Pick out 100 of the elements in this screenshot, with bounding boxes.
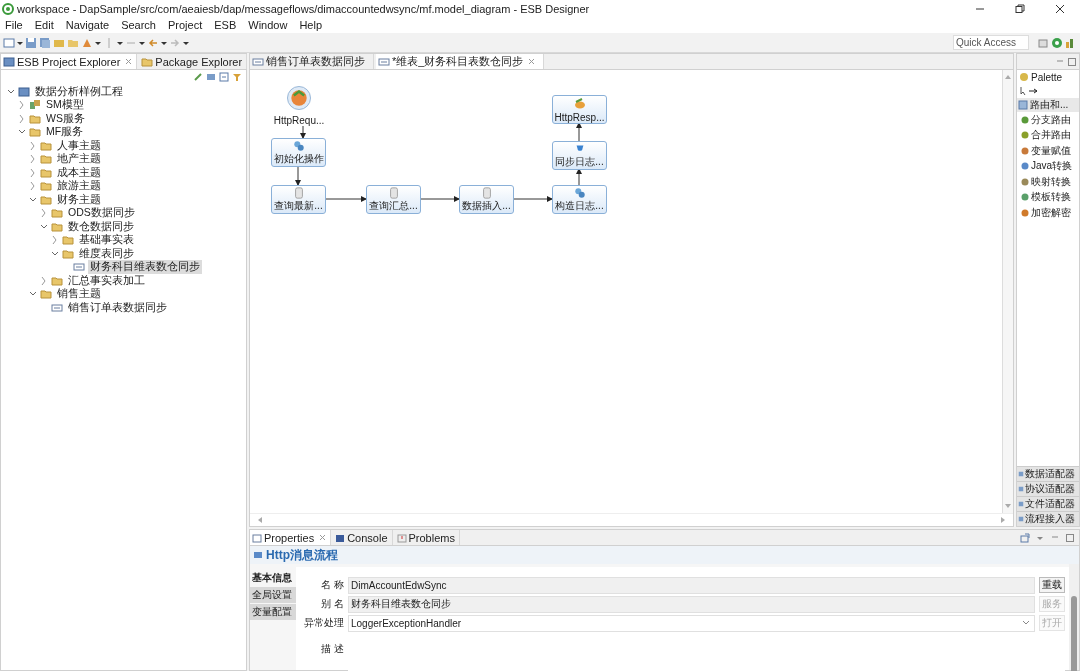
scroll-right-icon[interactable] <box>999 516 1007 524</box>
diagram-file-icon <box>378 55 390 68</box>
flow-node[interactable]: HttpResp... <box>552 95 607 124</box>
connector-arrow[interactable] <box>300 125 306 139</box>
palette-item[interactable]: Java转换 <box>1017 158 1079 174</box>
close-tab-icon[interactable] <box>125 58 133 65</box>
close-tab-icon[interactable] <box>528 58 536 65</box>
text-field[interactable]: DimAccountEdwSync <box>348 576 1035 594</box>
folder-icon <box>40 139 52 152</box>
section-tab[interactable]: 全局设置 <box>250 587 296 603</box>
maximize-view-icon <box>1065 532 1075 543</box>
tree-item[interactable]: 销售主题 <box>55 287 103 302</box>
editor-tab[interactable]: 销售订单表数据同步 <box>250 54 374 69</box>
palette-group[interactable]: 路由和... <box>1017 98 1079 112</box>
maximize-view-icon <box>1067 56 1077 67</box>
flow-icon <box>73 261 85 274</box>
menu-item[interactable]: Help <box>294 19 329 31</box>
folder-icon <box>141 55 154 68</box>
flow-node[interactable]: 同步日志... <box>552 141 607 170</box>
flow-node[interactable]: 查询汇总... <box>366 185 421 214</box>
menu-item[interactable]: ESB <box>209 19 244 31</box>
restore-icon[interactable] <box>1014 2 1026 15</box>
menu-item[interactable]: Navigate <box>60 19 117 31</box>
tree-item[interactable]: 财务主题 <box>55 192 103 207</box>
view-tab[interactable]: Properties <box>250 530 332 545</box>
dropdown[interactable]: LoggerExceptionHandler <box>348 614 1035 632</box>
folder-icon <box>40 153 52 166</box>
tree-item[interactable]: 销售订单表数据同步 <box>66 300 169 315</box>
tree-item[interactable]: 地产主题 <box>55 152 103 167</box>
flow-node[interactable]: 数据插入... <box>459 185 514 214</box>
palette-drawer[interactable]: 数据适配器 <box>1017 466 1079 481</box>
connector-arrow[interactable] <box>513 196 553 202</box>
ring-icon[interactable] <box>1051 36 1063 49</box>
palette-header[interactable]: Palette <box>1017 70 1079 84</box>
text-field[interactable]: 财务科目维表数仓同步 <box>348 595 1035 613</box>
tree-item[interactable]: 数仓数据同步 <box>66 219 136 234</box>
tree-item[interactable]: WS服务 <box>44 111 87 126</box>
connector-arrow[interactable] <box>295 165 301 186</box>
flow-node[interactable]: 初始化操作 <box>271 138 326 167</box>
window-title: workspace - DapSample/src/com/aeaiesb/dap/messageflows/dimaccountedwsync/mf.model_diagram - ESB Designer <box>17 2 590 15</box>
connector-arrow[interactable] <box>420 196 460 202</box>
form-button[interactable]: 重载 <box>1039 577 1065 593</box>
close-icon[interactable] <box>1054 2 1066 15</box>
start-node[interactable]: HttpRequ... <box>272 84 326 126</box>
perspective-icon[interactable] <box>1037 36 1049 49</box>
tree-item[interactable]: 成本主题 <box>55 165 103 180</box>
scrollbar-thumb[interactable] <box>1071 596 1077 671</box>
palette-drawer[interactable]: 文件适配器 <box>1017 496 1079 511</box>
close-tab-icon[interactable] <box>319 534 327 541</box>
connector-arrow[interactable] <box>576 122 582 142</box>
tree-item[interactable]: 财务科目维表数仓同步 <box>88 260 202 275</box>
palette-drawer[interactable]: 流程接入器 <box>1017 511 1079 526</box>
http-icon <box>287 86 311 110</box>
view-tab[interactable]: Package Explorer <box>139 54 248 69</box>
pin-view-icon <box>1020 532 1030 543</box>
properties-icon <box>252 532 262 543</box>
gears-icon <box>291 140 306 152</box>
menu-item[interactable]: Window <box>243 19 295 31</box>
menu-item[interactable]: Edit <box>29 19 61 31</box>
tree-item[interactable]: 汇总事实表加工 <box>66 273 147 288</box>
palette-item[interactable]: 合并路由 <box>1017 127 1079 143</box>
palette-item[interactable]: 分支路由 <box>1017 112 1079 128</box>
scroll-down-icon[interactable] <box>1004 502 1012 510</box>
collapse-icon[interactable] <box>219 72 229 82</box>
quick-access-field[interactable]: Quick Access <box>953 35 1029 50</box>
menu-item[interactable]: Search <box>116 19 163 31</box>
connector-arrow[interactable] <box>576 168 582 186</box>
scroll-up-icon[interactable] <box>1004 73 1012 81</box>
view-tab[interactable]: ESB Project Explorer <box>1 54 138 69</box>
connector-arrow[interactable] <box>325 196 367 202</box>
folder-icon <box>40 193 52 206</box>
menu-item[interactable]: File <box>0 19 30 31</box>
tree-item[interactable]: MF服务 <box>44 125 86 140</box>
flow-icon <box>51 301 63 314</box>
palette-item[interactable]: 映射转换 <box>1017 174 1079 190</box>
palette-drawer[interactable]: 协议适配器 <box>1017 481 1079 496</box>
section-tab[interactable]: 变量配置 <box>250 604 296 620</box>
tree-item[interactable]: 基础事实表 <box>77 233 136 248</box>
flow-node[interactable]: 构造日志... <box>552 185 607 214</box>
tree-item[interactable]: SM模型 <box>44 98 86 113</box>
filter-icon[interactable] <box>232 72 242 82</box>
flow-node[interactable]: 查询最新... <box>271 185 326 214</box>
view-tab[interactable]: Console <box>333 530 393 545</box>
menu-item[interactable]: Project <box>163 19 210 31</box>
folder-icon <box>62 247 74 260</box>
folder-icon <box>40 166 52 179</box>
tree-item[interactable]: 维度表同步 <box>77 246 136 261</box>
tree-item[interactable]: 旅游主题 <box>55 179 103 194</box>
tree-item[interactable]: ODS数据同步 <box>66 206 137 221</box>
palette-item[interactable]: 模板转换 <box>1017 189 1079 205</box>
route-icon <box>1018 100 1028 110</box>
select-tool-icon[interactable] <box>1019 86 1039 96</box>
scroll-left-icon[interactable] <box>256 516 264 524</box>
tree-item[interactable]: 数据分析样例工程 <box>33 84 125 99</box>
palette-item[interactable]: 变量赋值 <box>1017 143 1079 159</box>
editor-tab[interactable]: *维表_财务科目表数仓同步 <box>376 54 545 69</box>
view-tab[interactable]: Problems <box>394 530 460 545</box>
palette-item[interactable]: 加密解密 <box>1017 205 1079 221</box>
save-all-icon[interactable] <box>39 36 51 49</box>
tree-item[interactable]: 人事主题 <box>55 138 103 153</box>
